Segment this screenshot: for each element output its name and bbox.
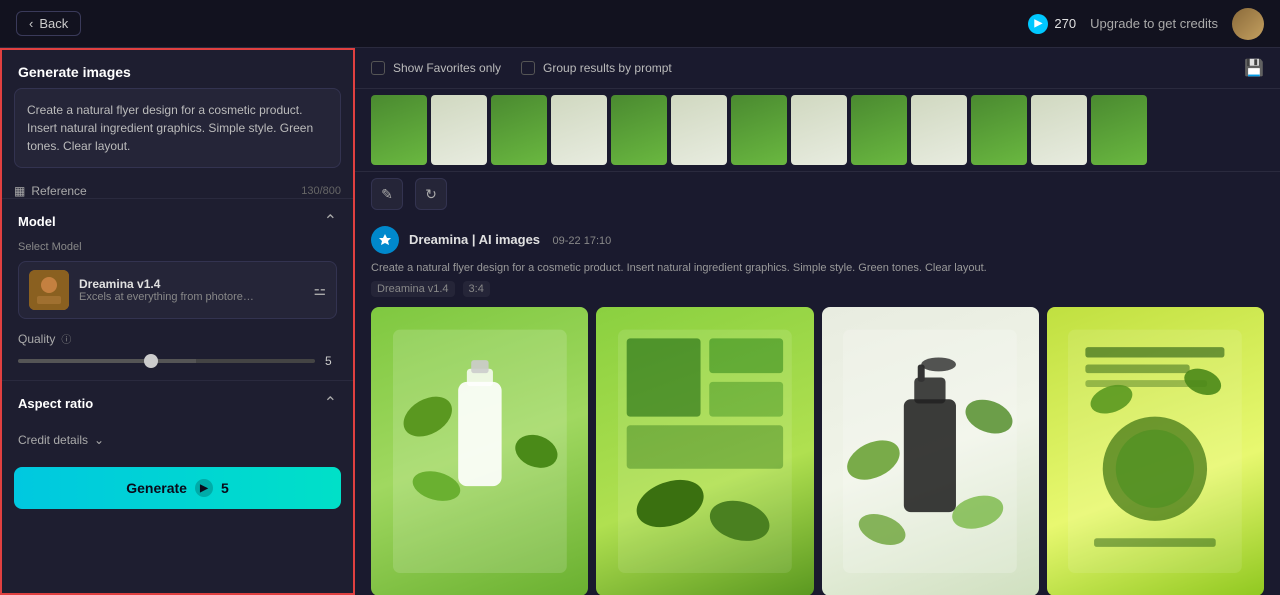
- thumbnail-item[interactable]: [491, 95, 547, 165]
- result-meta: Dreamina | AI images 09-22 17:10: [409, 231, 1264, 249]
- model-section-title: Model: [18, 214, 56, 229]
- credit-details-label: Credit details: [18, 433, 88, 447]
- sidebar-title: Generate images: [2, 50, 353, 88]
- credit-details-chevron-icon: ⌄: [94, 433, 104, 447]
- show-favorites-toggle[interactable]: Show Favorites only: [371, 61, 501, 75]
- thumbnail-item[interactable]: [431, 95, 487, 165]
- content-toolbar: Show Favorites only Group results by pro…: [355, 48, 1280, 89]
- thumbnail-item[interactable]: [791, 95, 847, 165]
- card-content-3: [822, 307, 1039, 595]
- aspect-ratio-toggle[interactable]: ⌃: [324, 393, 337, 413]
- thumbnail-item[interactable]: [671, 95, 727, 165]
- back-label: Back: [39, 16, 68, 31]
- aspect-ratio-section: Aspect ratio ⌃: [2, 380, 353, 429]
- result-datetime: 09-22 17:10: [553, 235, 612, 247]
- reference-icon: ▦: [14, 184, 25, 198]
- thumbnail-item[interactable]: [731, 95, 787, 165]
- result-section: Dreamina | AI images 09-22 17:10 Create …: [355, 216, 1280, 595]
- topbar: ‹ Back ▶ 270 Upgrade to get credits: [0, 0, 1280, 48]
- credits-badge: ▶ 270: [1028, 14, 1076, 34]
- select-model-label: Select Model: [18, 241, 337, 253]
- model-info: Dreamina v1.4 Excels at everything from …: [79, 277, 303, 303]
- generate-button[interactable]: Generate ▶ 5: [14, 467, 341, 509]
- result-author-name: Dreamina | AI images: [409, 232, 540, 247]
- group-results-toggle[interactable]: Group results by prompt: [521, 61, 672, 75]
- group-results-checkbox[interactable]: [521, 61, 535, 75]
- credits-icon: ▶: [1028, 14, 1048, 34]
- show-favorites-checkbox[interactable]: [371, 61, 385, 75]
- topbar-right: ▶ 270 Upgrade to get credits: [1028, 8, 1264, 40]
- thumbnail-strip: [355, 89, 1280, 172]
- result-header: Dreamina | AI images 09-22 17:10: [371, 216, 1264, 260]
- card-content-2: [596, 307, 813, 595]
- credit-details-section: Credit details ⌄: [2, 429, 353, 457]
- edit-icon-button[interactable]: ✎: [371, 178, 403, 210]
- thumbnail-item[interactable]: [371, 95, 427, 165]
- thumbnail-item[interactable]: [551, 95, 607, 165]
- aspect-ratio-title: Aspect ratio: [18, 396, 93, 411]
- credits-count: 270: [1054, 16, 1076, 31]
- image-grid: [371, 307, 1264, 595]
- card-content-1: [371, 307, 588, 595]
- model-item[interactable]: Dreamina v1.4 Excels at everything from …: [18, 261, 337, 319]
- upgrade-button[interactable]: Upgrade to get credits: [1090, 16, 1218, 31]
- show-favorites-label: Show Favorites only: [393, 61, 501, 75]
- back-chevron-icon: ‹: [29, 16, 33, 31]
- thumbnail-item[interactable]: [851, 95, 907, 165]
- model-section: Model ⌃ Select Model Dreamina v1.4 Excel…: [2, 198, 353, 380]
- quality-slider[interactable]: [18, 359, 315, 363]
- quality-row: Quality ⓘ: [18, 331, 337, 346]
- generate-count: 5: [221, 480, 229, 496]
- save-icon[interactable]: 💾: [1244, 58, 1264, 78]
- thumbnail-item[interactable]: [611, 95, 667, 165]
- result-tags: Dreamina v1.4 3:4: [371, 281, 1264, 297]
- model-section-header: Model ⌃: [18, 211, 337, 231]
- content-area: Show Favorites only Group results by pro…: [355, 48, 1280, 595]
- user-avatar[interactable]: [1232, 8, 1264, 40]
- image-card-1[interactable]: [371, 307, 588, 595]
- back-button[interactable]: ‹ Back: [16, 11, 81, 36]
- model-settings-icon[interactable]: ⚍: [313, 282, 326, 299]
- result-model-tag: Dreamina v1.4: [371, 281, 455, 297]
- result-prompt-text: Create a natural flyer design for a cosm…: [371, 260, 1264, 277]
- model-thumbnail: [29, 270, 69, 310]
- model-name: Dreamina v1.4: [79, 277, 303, 291]
- image-card-3[interactable]: [822, 307, 1039, 595]
- quality-label: Quality: [18, 332, 55, 346]
- slider-row: 5: [18, 354, 337, 368]
- reference-row: ▦ Reference 130/800: [14, 184, 341, 198]
- action-row: ✎ ↻: [355, 172, 1280, 216]
- thumbnail-item[interactable]: [971, 95, 1027, 165]
- credit-details-row[interactable]: Credit details ⌄: [18, 429, 337, 451]
- result-ratio-tag: 3:4: [463, 281, 490, 297]
- reference-label: Reference: [31, 184, 86, 198]
- char-count: 130/800: [301, 185, 341, 197]
- model-desc: Excels at everything from photoreali...: [79, 291, 259, 303]
- sidebar: Generate images Create a natural flyer d…: [0, 48, 355, 595]
- reference-button[interactable]: ▦ Reference: [14, 184, 87, 198]
- generate-icon: ▶: [195, 479, 213, 497]
- result-author-icon: [371, 226, 399, 254]
- card-content-4: [1047, 307, 1264, 595]
- quality-value: 5: [325, 354, 337, 368]
- model-section-toggle[interactable]: ⌃: [324, 211, 337, 231]
- image-card-4[interactable]: [1047, 307, 1264, 595]
- thumbnail-item[interactable]: [1031, 95, 1087, 165]
- generate-label: Generate: [126, 480, 187, 496]
- quality-info-icon[interactable]: ⓘ: [61, 331, 71, 346]
- refresh-icon-button[interactable]: ↻: [415, 178, 447, 210]
- main-layout: Generate images Create a natural flyer d…: [0, 48, 1280, 595]
- thumbnail-item[interactable]: [911, 95, 967, 165]
- group-results-label: Group results by prompt: [543, 61, 672, 75]
- prompt-text[interactable]: Create a natural flyer design for a cosm…: [14, 88, 341, 168]
- image-card-2[interactable]: [596, 307, 813, 595]
- aspect-ratio-header: Aspect ratio ⌃: [18, 393, 337, 413]
- thumbnail-item[interactable]: [1091, 95, 1147, 165]
